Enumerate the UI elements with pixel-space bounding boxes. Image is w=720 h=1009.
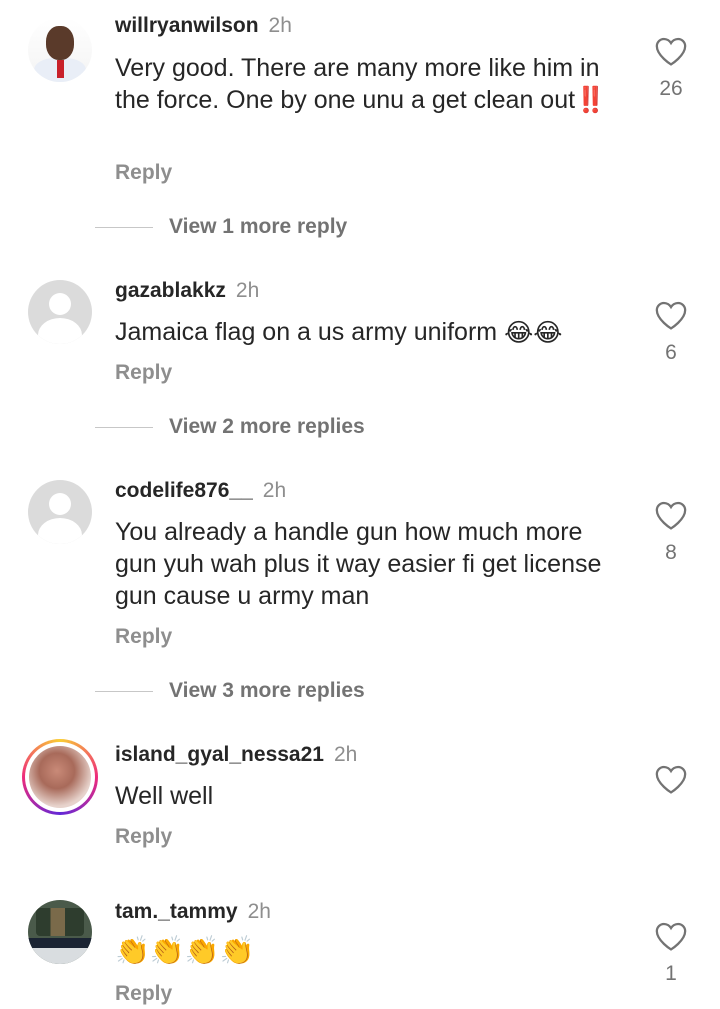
- replies-divider: [95, 690, 153, 692]
- heart-outline-icon[interactable]: [654, 35, 688, 67]
- heart-outline-icon[interactable]: [654, 299, 688, 331]
- comment-time: 2h: [247, 900, 271, 923]
- user-avatar[interactable]: [28, 18, 92, 82]
- like-count: 26: [659, 77, 683, 100]
- replies-divider: [95, 226, 153, 228]
- comment-body: You already a handle gun how much more g…: [115, 518, 602, 610]
- default-avatar-icon[interactable]: [28, 280, 92, 344]
- avatar-tie: [57, 60, 64, 78]
- like-count: 8: [665, 541, 677, 564]
- view-replies-label: View 2 more replies: [169, 415, 365, 438]
- view-replies-button[interactable]: View 3 more replies: [95, 676, 365, 706]
- comment-text: Well well: [115, 780, 635, 812]
- comment-header: island_gyal_nessa21 2h: [115, 743, 357, 767]
- view-replies-button[interactable]: View 2 more replies: [95, 412, 365, 442]
- user-avatar[interactable]: [28, 900, 92, 964]
- comment-text: You already a handle gun how much more g…: [115, 516, 630, 612]
- comment-header: tam._tammy 2h: [115, 900, 271, 924]
- comment-header: gazablakkz 2h: [115, 279, 259, 303]
- username[interactable]: willryanwilson: [115, 14, 259, 37]
- double-exclamation-emoji: ‼️: [575, 86, 607, 114]
- comment-text: 👏👏👏👏: [115, 935, 635, 967]
- laughing-emoji: 😂😂: [504, 319, 563, 348]
- avatar-head: [49, 493, 71, 515]
- avatar-face: [46, 26, 74, 60]
- comment-time: 2h: [235, 279, 260, 302]
- reply-button[interactable]: Reply: [115, 625, 172, 649]
- avatar-bottom: [28, 948, 92, 964]
- reply-button[interactable]: Reply: [115, 982, 172, 1006]
- like-count: 1: [665, 962, 677, 985]
- view-replies-label: View 1 more reply: [169, 215, 348, 238]
- comment-time: 2h: [268, 14, 292, 37]
- reply-button[interactable]: Reply: [115, 161, 172, 185]
- view-replies-button[interactable]: View 1 more reply: [95, 212, 347, 242]
- username[interactable]: island_gyal_nessa21: [115, 743, 324, 766]
- comment-text: Very good. There are many more like him …: [115, 52, 615, 116]
- comment-body: Jamaica flag on a us army uniform: [115, 318, 498, 346]
- avatar-band: [28, 938, 92, 948]
- view-replies-label: View 3 more replies: [169, 679, 365, 702]
- comment-header: willryanwilson 2h: [115, 14, 292, 38]
- comment-time: 2h: [333, 743, 358, 766]
- heart-outline-icon[interactable]: [654, 920, 688, 952]
- username[interactable]: codelife876__: [115, 479, 253, 502]
- story-ring-avatar[interactable]: [22, 739, 98, 815]
- avatar-body: [38, 518, 82, 544]
- heart-outline-icon[interactable]: [654, 763, 688, 795]
- default-avatar-icon[interactable]: [28, 480, 92, 544]
- avatar-body: [38, 318, 82, 344]
- comment-body: Well well: [115, 782, 214, 810]
- clapping-emoji: 👏👏👏👏: [115, 935, 255, 966]
- story-ring-inner: [25, 742, 95, 812]
- comment-body: Very good. There are many more like him …: [115, 54, 600, 114]
- avatar-people: [36, 908, 84, 936]
- username[interactable]: gazablakkz: [115, 279, 226, 302]
- reply-button[interactable]: Reply: [115, 825, 172, 849]
- user-avatar: [29, 746, 91, 808]
- username[interactable]: tam._tammy: [115, 900, 238, 923]
- avatar-head: [49, 293, 71, 315]
- comment-header: codelife876__ 2h: [115, 479, 286, 503]
- heart-outline-icon[interactable]: [654, 499, 688, 531]
- replies-divider: [95, 426, 153, 428]
- reply-button[interactable]: Reply: [115, 361, 172, 385]
- comment-text: Jamaica flag on a us army uniform 😂😂: [115, 316, 635, 349]
- like-count: 6: [665, 341, 677, 364]
- comment-time: 2h: [262, 479, 287, 502]
